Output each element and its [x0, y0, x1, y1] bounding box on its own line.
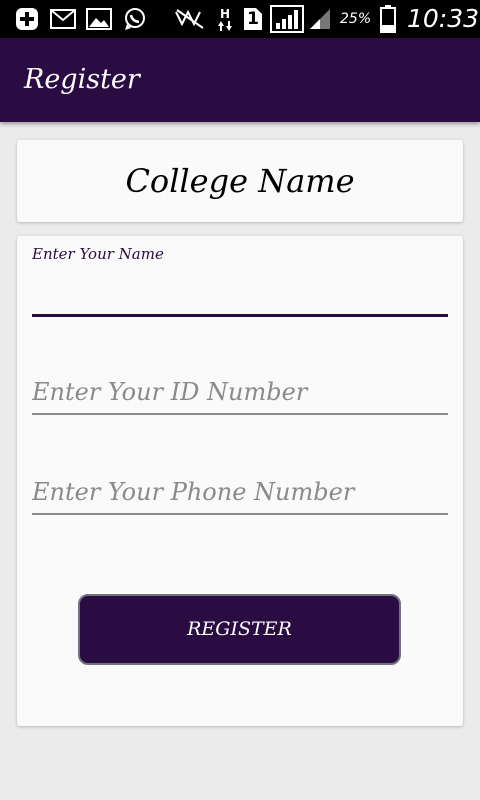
sim-icon: 1 [242, 6, 264, 32]
register-button[interactable]: REGISTER [78, 594, 401, 665]
college-name: College Name [125, 162, 355, 200]
image-icon [86, 6, 112, 32]
id-number-input-underline [32, 413, 448, 415]
app-bar: Register [0, 38, 480, 122]
battery-icon [380, 5, 396, 33]
signal-bars-icon [270, 5, 304, 33]
mute-icon [174, 6, 206, 32]
add-notification-icon [14, 6, 40, 32]
phone-number-input-underline [32, 513, 448, 515]
mail-icon [50, 6, 76, 32]
h-data-icon: H [214, 6, 236, 32]
sim-number: 1 [244, 8, 262, 30]
id-number-input[interactable] [32, 374, 448, 410]
page-title: Register [24, 64, 140, 95]
whatsapp-icon [122, 6, 148, 32]
status-bar: H 1 25% 10:33 [0, 0, 480, 38]
college-card: College Name [17, 140, 463, 222]
phone-number-input[interactable] [32, 474, 448, 510]
clock: 10:33 [407, 4, 480, 33]
signal-bars-2-icon [308, 6, 332, 32]
name-field-label: Enter Your Name [32, 245, 164, 263]
battery-percent: 25% [340, 11, 372, 27]
name-input[interactable] [32, 274, 448, 310]
registration-form: Enter Your Name REGISTER [17, 236, 463, 726]
name-input-underline [32, 314, 448, 317]
network-type-label: H [219, 6, 231, 21]
